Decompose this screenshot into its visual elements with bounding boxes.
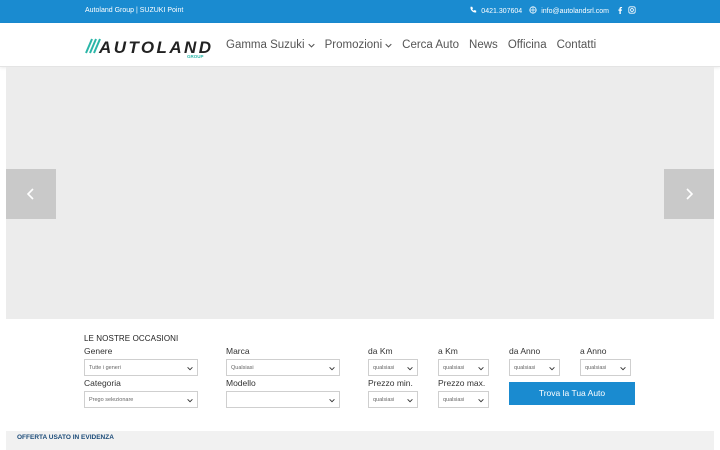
a-km-label: a Km <box>438 346 458 356</box>
chevron-down-icon <box>187 398 193 403</box>
chevron-right-icon <box>686 188 694 200</box>
search-submit-button[interactable]: Trova la Tua Auto <box>509 382 635 405</box>
a-anno-select[interactable]: qualsiasi <box>580 359 631 376</box>
chevron-down-icon <box>329 366 335 371</box>
a-km-select[interactable]: qualsiasi <box>438 359 489 376</box>
search-title: LE NOSTRE OCCASIONI <box>84 334 179 343</box>
phone-icon <box>469 6 477 16</box>
marca-select[interactable]: Qualsiasi <box>226 359 340 376</box>
modello-label: Modello <box>226 378 256 388</box>
logo-subtext: GROUP <box>187 54 204 59</box>
phone-number[interactable]: 0421.307604 <box>481 8 522 15</box>
chevron-down-icon <box>187 366 193 371</box>
slider-prev-button[interactable] <box>6 169 56 219</box>
modello-select[interactable] <box>226 391 340 408</box>
car-search-form: LE NOSTRE OCCASIONI Genere Tutte i gener… <box>6 319 714 431</box>
categoria-select[interactable]: Prego selezionare <box>84 391 198 408</box>
chevron-down-icon <box>478 398 484 403</box>
da-km-select[interactable]: qualsiasi <box>368 359 418 376</box>
nav-gamma-suzuki[interactable]: Gamma Suzuki <box>226 39 315 51</box>
nav-promozioni[interactable]: Promozioni <box>325 39 393 51</box>
chevron-down-icon <box>329 398 335 403</box>
nav-officina[interactable]: Officina <box>508 39 547 51</box>
chevron-left-icon <box>26 188 34 200</box>
autoland-logo[interactable]: AUTOLAND GROUP <box>85 37 213 59</box>
hero-slider <box>6 67 714 319</box>
globe-icon <box>529 6 537 16</box>
chevron-down-icon <box>407 398 413 403</box>
chevron-down-icon <box>385 43 392 48</box>
nav-cerca-auto[interactable]: Cerca Auto <box>402 39 459 51</box>
da-km-label: da Km <box>368 346 393 356</box>
prezzo-min-select[interactable]: qualsiasi <box>368 391 418 408</box>
prezzo-min-label: Prezzo min. <box>368 378 413 388</box>
instagram-icon[interactable] <box>628 6 636 16</box>
chevron-down-icon <box>307 43 315 48</box>
da-anno-select[interactable]: qualsiasi <box>509 359 560 376</box>
genere-select[interactable]: Tutte i generi <box>84 359 198 376</box>
chevron-down-icon <box>549 366 555 371</box>
a-anno-label: a Anno <box>580 346 607 356</box>
prezzo-max-label: Prezzo max. <box>438 378 486 388</box>
featured-section: OFFERTA USATO IN EVIDENZA <box>6 431 714 450</box>
facebook-icon[interactable] <box>616 6 624 16</box>
categoria-label: Categoria <box>84 378 121 388</box>
main-header: AUTOLAND GROUP Gamma Suzuki Promozioni C… <box>0 23 720 67</box>
chevron-down-icon <box>407 366 413 371</box>
genere-label: Genere <box>84 346 113 356</box>
nav-news[interactable]: News <box>469 39 498 51</box>
da-anno-label: da Anno <box>509 346 541 356</box>
chevron-down-icon <box>478 366 484 371</box>
chevron-down-icon <box>620 366 626 371</box>
main-nav: Gamma Suzuki Promozioni Cerca Auto News … <box>226 39 596 51</box>
slider-next-button[interactable] <box>664 169 714 219</box>
top-bar: Autoland Group | SUZUKI Point 0421.30760… <box>0 0 720 23</box>
nav-contatti[interactable]: Contatti <box>557 39 597 51</box>
top-bar-brand: Autoland Group | SUZUKI Point <box>85 7 184 14</box>
email-link[interactable]: info@autolandsrl.com <box>541 8 609 15</box>
top-bar-contacts: 0421.307604 info@autolandsrl.com <box>469 6 636 16</box>
prezzo-max-select[interactable]: qualsiasi <box>438 391 489 408</box>
marca-label: Marca <box>226 346 250 356</box>
featured-title: OFFERTA USATO IN EVIDENZA <box>17 434 114 441</box>
